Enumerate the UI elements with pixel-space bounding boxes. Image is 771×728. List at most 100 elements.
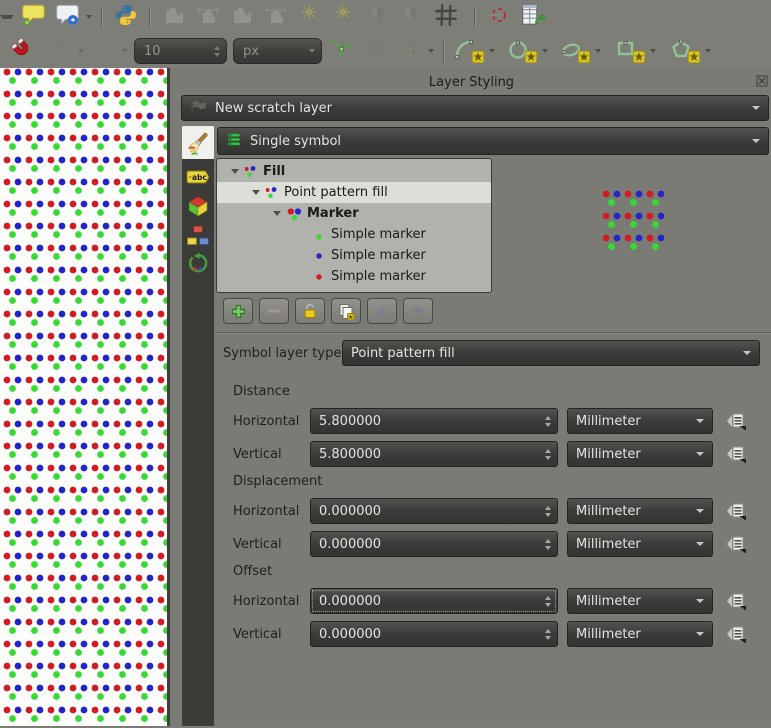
data-defined-override-icon <box>725 411 747 431</box>
shape-digitizing-badge-icon <box>578 51 590 67</box>
spinner-arrows[interactable] <box>545 629 551 640</box>
snap-tolerance-spinbox[interactable]: 10 <box>134 38 227 64</box>
increase-brightness-button[interactable] <box>296 3 324 31</box>
renderer-selector-combo[interactable]: Single symbol <box>217 127 769 155</box>
snapping-mode-dropdown-icon[interactable] <box>78 49 84 53</box>
up-arrow-icon <box>375 304 389 318</box>
data-defined-override-button[interactable] <box>723 442 749 466</box>
trace-dropdown-icon[interactable] <box>428 49 434 53</box>
add-symbol-layer-button[interactable] <box>223 298 253 324</box>
expand-arrow-icon[interactable] <box>273 211 281 216</box>
tab-history[interactable] <box>182 249 214 278</box>
expand-arrow-icon[interactable] <box>231 169 239 174</box>
circular-string-button[interactable] <box>454 38 480 64</box>
crosshair-button[interactable] <box>485 3 513 31</box>
map-tips-button[interactable] <box>20 3 48 31</box>
polygon-tool-dropdown-icon[interactable] <box>705 49 711 53</box>
circle-tool-dropdown-icon[interactable] <box>542 49 548 53</box>
snapping-self-dropdown-icon[interactable] <box>122 49 128 53</box>
annotation-button[interactable] <box>54 3 82 31</box>
decrease-brightness-button[interactable] <box>330 3 358 31</box>
tab-3d-view[interactable] <box>182 191 214 220</box>
rectangle-tool-button[interactable] <box>615 38 641 64</box>
spinner-arrows[interactable] <box>545 506 551 517</box>
rectangle-tool-dropdown-icon[interactable] <box>650 49 656 53</box>
move-layer-down-button[interactable] <box>403 298 433 324</box>
offset-vertical-unit-combo[interactable]: Millimeter <box>567 621 713 647</box>
tree-row-simple-marker-blue[interactable]: Simple marker <box>217 245 491 266</box>
offset-horizontal-spinbox[interactable]: 0.000000 <box>310 588 558 614</box>
annotation-dropdown-icon[interactable] <box>86 15 92 19</box>
snapping-self-button[interactable] <box>90 37 118 65</box>
data-defined-override-button[interactable] <box>723 409 749 433</box>
displacement-vertical-unit-combo[interactable]: Millimeter <box>567 531 713 557</box>
brightness-down-icon <box>332 3 356 31</box>
group-title-offset: Offset <box>233 564 771 580</box>
snap-intersection-button[interactable] <box>362 37 390 65</box>
x-nodes-icon <box>398 37 422 65</box>
python-icon <box>114 3 138 31</box>
snap-unit-combo[interactable]: px <box>233 38 322 64</box>
snapping-mode-button[interactable] <box>46 37 74 65</box>
spinner-arrows[interactable] <box>545 416 551 427</box>
unit-value: Millimeter <box>576 447 641 462</box>
lock-symbol-layer-button[interactable] <box>295 298 325 324</box>
spinner-arrows[interactable] <box>545 449 551 460</box>
distance-horizontal-spinbox[interactable]: 5.800000 <box>310 408 558 434</box>
data-defined-override-button[interactable] <box>723 589 749 613</box>
decrease-contrast-button[interactable] <box>398 3 426 31</box>
tree-label: Point pattern fill <box>284 185 388 200</box>
map-grid-button[interactable] <box>432 3 460 31</box>
toolbar-overflow-icon[interactable] <box>0 15 14 19</box>
spinner-arrows[interactable] <box>214 46 220 57</box>
offset-vertical-spinbox[interactable]: 0.000000 <box>310 621 558 647</box>
increase-contrast-button[interactable] <box>364 3 392 31</box>
offset-horizontal-unit-combo[interactable]: Millimeter <box>567 588 713 614</box>
tab-symbology[interactable] <box>182 126 214 159</box>
tab-diagrams[interactable] <box>182 220 214 249</box>
topological-editing-button[interactable] <box>328 37 356 65</box>
tree-row-simple-marker-red[interactable]: Simple marker <box>217 266 491 287</box>
duplicate-symbol-layer-button[interactable] <box>331 298 361 324</box>
regular-polygon-tool-button[interactable] <box>670 38 696 64</box>
tree-row-fill[interactable]: Fill <box>217 161 491 182</box>
distance-vertical-spinbox[interactable]: 5.800000 <box>310 441 558 467</box>
tree-row-marker[interactable]: Marker <box>217 203 491 224</box>
data-defined-override-button[interactable] <box>723 499 749 523</box>
snap-trace-button[interactable] <box>396 37 424 65</box>
spinner-arrows[interactable] <box>545 539 551 550</box>
combo-arrow-icon <box>752 139 760 143</box>
ellipse-tool-dropdown-icon[interactable] <box>595 49 601 53</box>
expand-arrow-icon[interactable] <box>252 190 260 195</box>
tab-labels[interactable]: abc <box>182 162 214 191</box>
remove-symbol-layer-button[interactable] <box>259 298 289 324</box>
python-console-button[interactable] <box>112 3 140 31</box>
move-layer-up-button[interactable] <box>367 298 397 324</box>
snapping-toggle-button[interactable] <box>8 37 36 65</box>
local-histogram-stretch-button[interactable] <box>160 3 188 31</box>
spinbox-value: 0.000000 <box>319 594 381 609</box>
distance-horizontal-unit-combo[interactable]: Millimeter <box>567 408 713 434</box>
full-histogram-stretch-button[interactable] <box>194 3 222 31</box>
full-cumulative-stretch-button[interactable] <box>262 3 290 31</box>
data-defined-override-button[interactable] <box>723 622 749 646</box>
close-panel-button[interactable] <box>756 75 768 87</box>
tree-row-point-pattern-fill[interactable]: Point pattern fill <box>217 182 491 203</box>
data-defined-override-button[interactable] <box>723 532 749 556</box>
tree-row-simple-marker-green[interactable]: Simple marker <box>217 224 491 245</box>
displacement-horizontal-spinbox[interactable]: 0.000000 <box>310 498 558 524</box>
symbol-layer-type-combo[interactable]: Point pattern fill <box>342 340 760 366</box>
history-icon <box>186 251 210 277</box>
ellipse-tool-button[interactable] <box>560 38 586 64</box>
circle-tool-button[interactable] <box>507 38 533 64</box>
distance-vertical-unit-combo[interactable]: Millimeter <box>567 441 713 467</box>
attribute-table-button[interactable] <box>519 3 547 31</box>
displacement-horizontal-unit-combo[interactable]: Millimeter <box>567 498 713 524</box>
displacement-vertical-spinbox[interactable]: 0.000000 <box>310 531 558 557</box>
spinner-arrows[interactable] <box>545 596 551 607</box>
circular-string-dropdown-icon[interactable] <box>489 49 495 53</box>
map-canvas[interactable] <box>0 68 170 726</box>
layer-selector-combo[interactable]: New scratch layer <box>181 95 769 121</box>
local-cumulative-stretch-button[interactable] <box>228 3 256 31</box>
combo-arrow-icon <box>696 509 704 513</box>
